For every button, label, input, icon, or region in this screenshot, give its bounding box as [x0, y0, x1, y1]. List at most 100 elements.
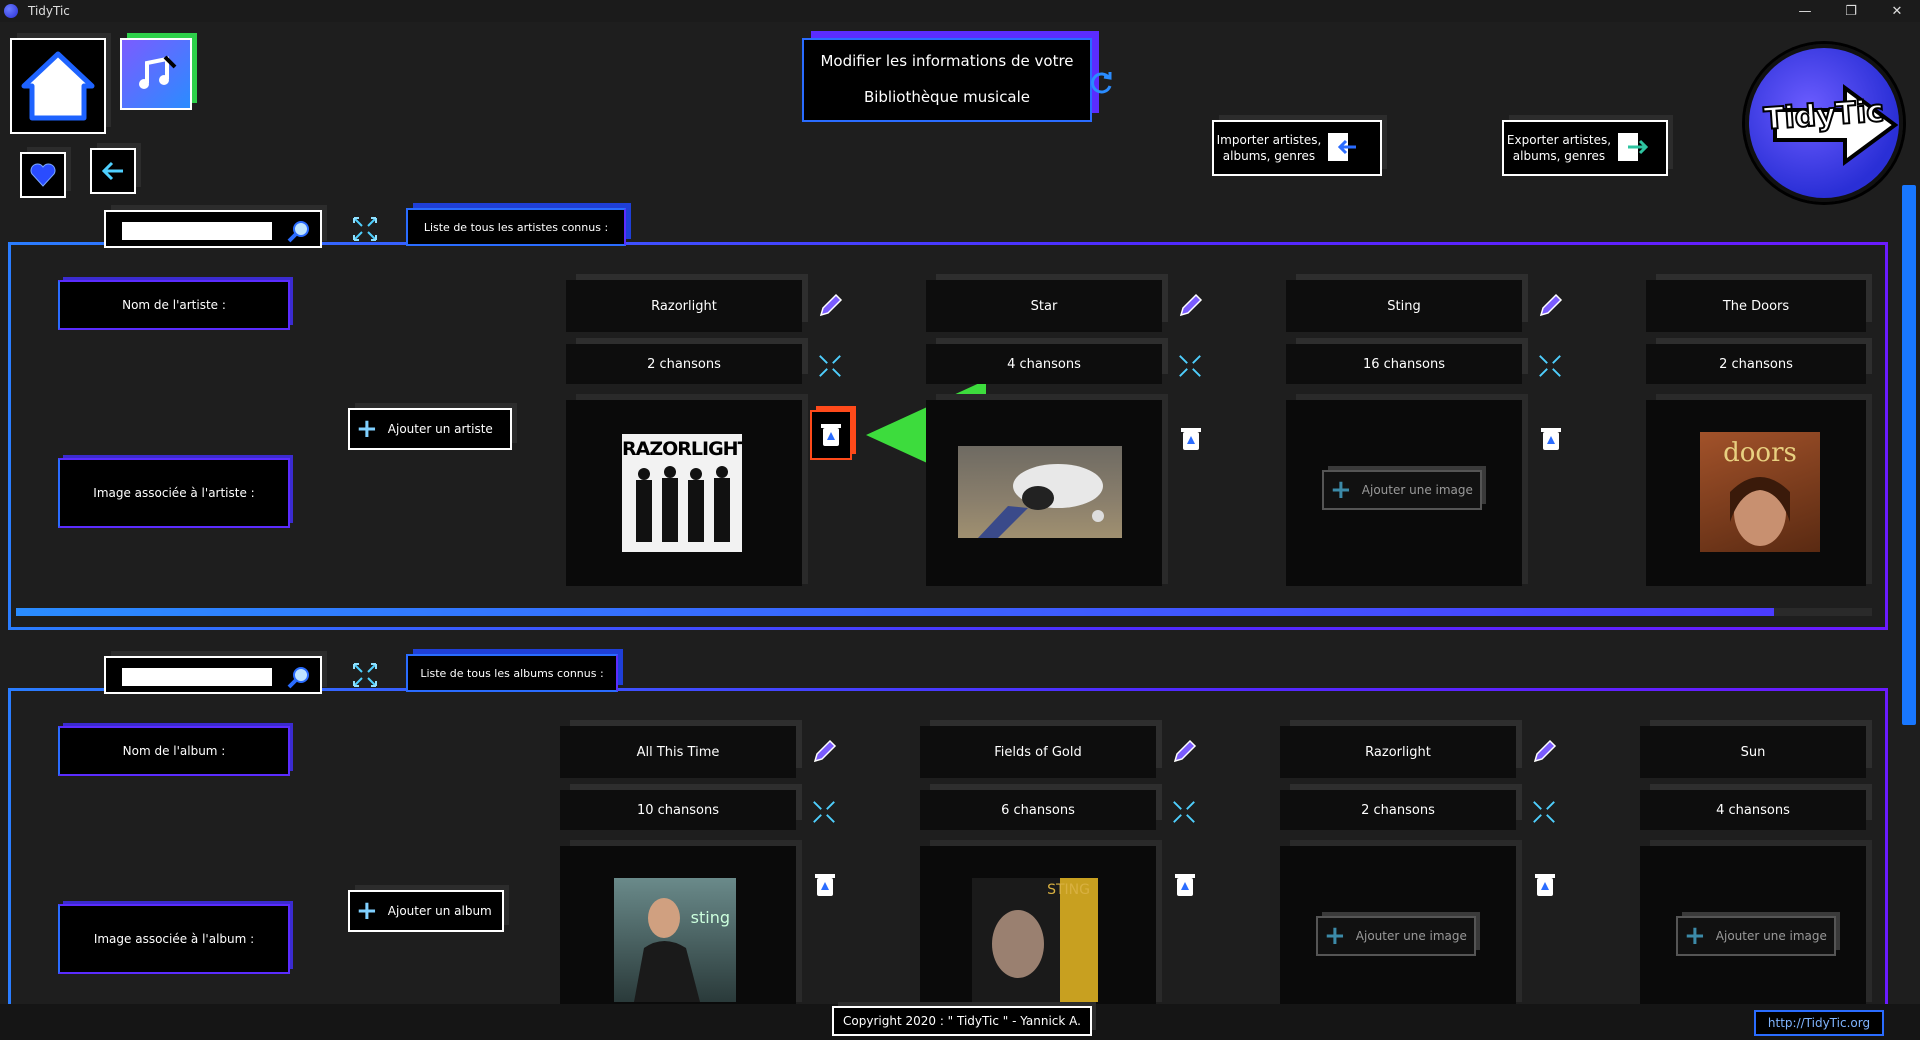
- expand-songs-button[interactable]: [1530, 798, 1558, 826]
- music-edit-button[interactable]: [120, 38, 192, 110]
- edit-album-button[interactable]: [1530, 736, 1560, 766]
- expand-icon: [1179, 355, 1201, 377]
- trash-icon: [815, 874, 835, 896]
- maximize-button[interactable]: ❐: [1828, 0, 1874, 22]
- album-image-caption: STING: [1047, 882, 1090, 898]
- refresh-button[interactable]: [1086, 68, 1116, 98]
- edit-artist-button[interactable]: [816, 290, 846, 320]
- album-name-label: Nom de l'album :: [58, 726, 290, 776]
- delete-image-button[interactable]: [1536, 424, 1566, 454]
- heart-icon: [30, 163, 56, 187]
- album-image-caption: sting: [690, 908, 730, 927]
- music-note-icon: [139, 55, 177, 89]
- artist-search-input[interactable]: [122, 222, 272, 240]
- import-label: Importer artistes, albums, genres: [1216, 133, 1322, 163]
- expand-songs-button[interactable]: [1176, 352, 1204, 380]
- add-album-label: Ajouter un album: [387, 904, 492, 918]
- artist-expand-button[interactable]: [350, 214, 380, 244]
- expand-icon: [353, 663, 377, 687]
- page-title-line2: Bibliothèque musicale: [863, 88, 1031, 106]
- search-icon[interactable]: [286, 218, 312, 244]
- album-search-input[interactable]: [122, 668, 272, 686]
- add-image-button[interactable]: + Ajouter une image: [1676, 916, 1836, 956]
- album-name-cell: Sun: [1640, 726, 1866, 778]
- album-songs-cell: 2 chansons: [1280, 790, 1516, 830]
- expand-icon: [1173, 801, 1195, 823]
- album-image-cell: sting: [560, 846, 796, 1004]
- edit-artist-button[interactable]: [1176, 290, 1206, 320]
- artist-image-cell: [926, 400, 1162, 586]
- expand-icon: [1533, 801, 1555, 823]
- album-name-cell: Razorlight: [1280, 726, 1516, 778]
- add-artist-button[interactable]: + Ajouter un artiste: [348, 408, 512, 450]
- pencil-icon: [1533, 739, 1557, 763]
- add-album-button[interactable]: + Ajouter un album: [348, 890, 504, 932]
- artist-image: RAZORLIGHT: [622, 434, 742, 552]
- artists-scroll-thumb[interactable]: [16, 608, 1774, 616]
- add-artist-label: Ajouter un artiste: [387, 422, 493, 436]
- expand-songs-button[interactable]: [810, 798, 838, 826]
- album-expand-button[interactable]: [350, 660, 380, 690]
- expand-songs-button[interactable]: [816, 352, 844, 380]
- import-button[interactable]: Importer artistes, albums, genres: [1212, 120, 1382, 176]
- delete-image-button[interactable]: [1530, 870, 1560, 900]
- minimize-button[interactable]: —: [1782, 0, 1828, 22]
- delete-image-button[interactable]: [810, 870, 840, 900]
- window-title: TidyTic: [28, 4, 70, 18]
- trash-icon: [821, 424, 841, 446]
- album-image-cell: + Ajouter une image: [1280, 846, 1516, 1004]
- pencil-icon: [819, 293, 843, 317]
- favorites-button[interactable]: [20, 152, 66, 198]
- expand-songs-button[interactable]: [1170, 798, 1198, 826]
- expand-icon: [353, 217, 377, 241]
- home-button[interactable]: [10, 38, 106, 134]
- dog-photo-icon: [978, 464, 1104, 538]
- add-image-button[interactable]: + Ajouter une image: [1316, 916, 1476, 956]
- artist-name-cell: The Doors: [1646, 280, 1866, 332]
- home-icon: [21, 51, 95, 121]
- edit-album-button[interactable]: [1170, 736, 1200, 766]
- artist-image-cell: doors: [1646, 400, 1866, 586]
- expand-songs-button[interactable]: [1536, 352, 1564, 380]
- album-image-cell: STING: [920, 846, 1156, 1004]
- export-label: Exporter artistes, albums, genres: [1506, 133, 1612, 163]
- window-controls: — ❐ ✕: [1782, 0, 1920, 22]
- trash-icon: [1535, 874, 1555, 896]
- copyright-text: Copyright 2020 : " TidyTic " - Yannick A…: [832, 1006, 1092, 1036]
- artists-list-title: Liste de tous les artistes connus :: [406, 208, 626, 246]
- trash-icon: [1175, 874, 1195, 896]
- artist-songs-cell: 2 chansons: [1646, 344, 1866, 384]
- delete-image-button[interactable]: [1170, 870, 1200, 900]
- artist-image-caption: RAZORLIGHT: [622, 438, 742, 460]
- album-image: STING: [972, 878, 1098, 1002]
- band-photo-icon: [636, 466, 730, 542]
- album-search-box: [104, 656, 322, 694]
- app-icon: [4, 4, 18, 18]
- artist-image-cell: + Ajouter une image: [1286, 400, 1522, 586]
- plus-icon: +: [1330, 475, 1352, 505]
- plus-icon: +: [1324, 921, 1346, 951]
- add-image-button[interactable]: + Ajouter une image: [1322, 470, 1482, 510]
- album-name-cell: All This Time: [560, 726, 796, 778]
- artist-image-cell: RAZORLIGHT: [566, 400, 802, 586]
- album-songs-cell: 10 chansons: [560, 790, 796, 830]
- album-name-cell: Fields of Gold: [920, 726, 1156, 778]
- face-photo-icon: [1730, 477, 1790, 546]
- vertical-scrollbar[interactable]: [1902, 185, 1916, 725]
- artist-name-cell: Sting: [1286, 280, 1522, 332]
- title-bar: TidyTic — ❐ ✕: [0, 0, 1920, 22]
- edit-album-button[interactable]: [810, 736, 840, 766]
- back-button[interactable]: [90, 148, 136, 194]
- delete-image-button-active[interactable]: [810, 410, 852, 460]
- export-button[interactable]: Exporter artistes, albums, genres: [1502, 120, 1668, 176]
- add-image-label: Ajouter une image: [1715, 929, 1827, 943]
- website-link[interactable]: http://TidyTic.org: [1754, 1010, 1884, 1036]
- delete-image-button[interactable]: [1176, 424, 1206, 454]
- close-button[interactable]: ✕: [1874, 0, 1920, 22]
- search-icon[interactable]: [286, 664, 312, 690]
- pencil-icon: [1539, 293, 1563, 317]
- artist-name-cell: Star: [926, 280, 1162, 332]
- edit-artist-button[interactable]: [1536, 290, 1566, 320]
- add-image-label: Ajouter une image: [1361, 483, 1473, 497]
- import-icon: [1328, 133, 1356, 161]
